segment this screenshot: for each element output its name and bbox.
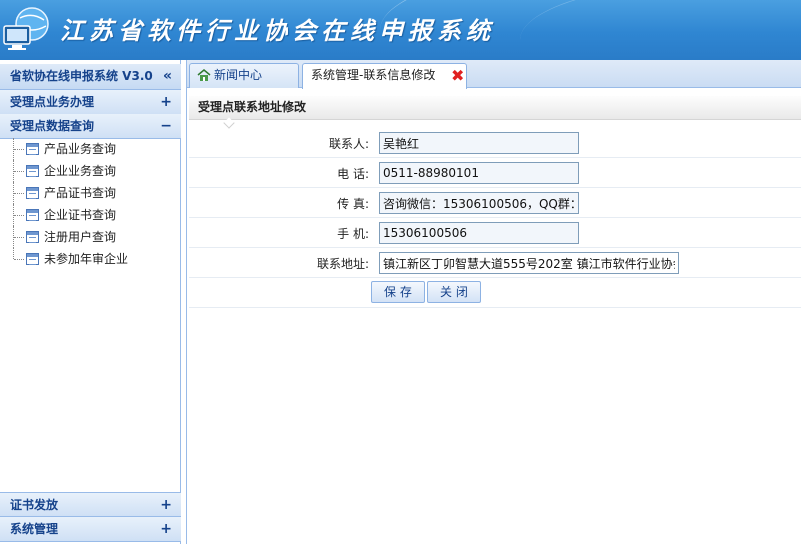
tab-news-center[interactable]: 新闻中心 [189, 63, 299, 88]
section-acceptance-business[interactable]: 受理点业务办理 + [0, 90, 181, 115]
section-acceptance-query[interactable]: 受理点数据查询 − [0, 114, 181, 139]
table-icon [26, 253, 39, 265]
tree-item-enterprise-business[interactable]: 企业业务查询 [0, 160, 180, 182]
fax-label: 传 真: [337, 197, 369, 211]
app-header: 江苏省软件行业协会在线申报系统 [0, 0, 801, 60]
expand-icon[interactable]: + [160, 90, 172, 114]
sidebar: 省软协在线申报系统 V3.0 « 受理点业务办理 + 受理点数据查询 − 产品业… [0, 60, 181, 544]
tree-item-registered-users[interactable]: 注册用户查询 [0, 226, 180, 248]
panel-title-notch [223, 117, 235, 129]
computer-globe-icon [3, 7, 49, 50]
tab-label: 新闻中心 [214, 68, 263, 82]
fax-input[interactable] [379, 192, 579, 214]
sidebar-title-text: 省软协在线申报系统 V3.0 [10, 69, 153, 83]
save-button[interactable]: 保 存 [371, 281, 425, 303]
table-icon [26, 187, 39, 199]
form-row-mobile: 手 机: [189, 218, 801, 248]
form-row-address: 联系地址: [189, 248, 801, 278]
expand-icon[interactable]: + [160, 493, 172, 517]
form-actions: 保 存 关 闭 [189, 280, 801, 308]
site-title: 江苏省软件行业协会在线申报系统 [60, 16, 495, 45]
close-button[interactable]: 关 闭 [427, 281, 481, 303]
form-row-contact: 联系人: [189, 128, 801, 158]
tab-label: 系统管理-联系信息修改 [311, 68, 436, 82]
tree-line [13, 182, 25, 204]
panel-title-text: 受理点联系地址修改 [198, 100, 307, 114]
tree-line [13, 204, 25, 226]
table-icon [26, 209, 39, 221]
tree-item-label: 产品业务查询 [44, 142, 117, 156]
query-tree: 产品业务查询 企业业务查询 产品证书查询 企业证书查询 注册用户查询 未参加年审… [0, 138, 180, 270]
contact-label: 联系人: [328, 137, 369, 151]
mobile-input[interactable] [379, 222, 579, 244]
section-label: 证书发放 [10, 498, 59, 512]
contact-input[interactable] [379, 132, 579, 154]
tree-item-label: 企业证书查询 [44, 208, 117, 222]
tree-item-product-certificate[interactable]: 产品证书查询 [0, 182, 180, 204]
header-decoration-2 [520, 0, 801, 60]
expand-icon[interactable]: + [160, 517, 172, 541]
section-label: 受理点业务办理 [10, 95, 95, 109]
tree-item-product-business[interactable]: 产品业务查询 [0, 138, 180, 160]
main-content: 新闻中心 系统管理-联系信息修改 ✖ 受理点联系地址修改 联系人: 电 话: 传… [186, 60, 801, 544]
tree-item-label: 未参加年审企业 [44, 252, 129, 266]
phone-input[interactable] [379, 162, 579, 184]
section-label: 系统管理 [10, 522, 59, 536]
table-icon [26, 143, 39, 155]
contact-form: 联系人: 电 话: 传 真: 手 机: 联系地址: [189, 128, 801, 278]
form-row-phone: 电 话: [189, 158, 801, 188]
collapse-sidebar-icon[interactable]: « [163, 64, 172, 89]
tree-item-enterprise-certificate[interactable]: 企业证书查询 [0, 204, 180, 226]
tree-item-label: 产品证书查询 [44, 186, 117, 200]
table-icon [26, 165, 39, 177]
phone-label: 电 话: [337, 167, 369, 181]
mobile-label: 手 机: [337, 227, 369, 241]
form-row-fax: 传 真: [189, 188, 801, 218]
tree-item-label: 企业业务查询 [44, 164, 117, 178]
sidebar-title: 省软协在线申报系统 V3.0 « [0, 64, 181, 90]
tree-line [13, 226, 25, 248]
table-icon [26, 231, 39, 243]
collapse-icon[interactable]: − [160, 114, 172, 138]
tree-line [13, 248, 25, 260]
close-tab-icon[interactable]: ✖ [451, 65, 464, 87]
tree-line [13, 160, 25, 182]
tree-item-label: 注册用户查询 [44, 230, 117, 244]
home-icon [197, 69, 211, 81]
tree-line [13, 138, 25, 160]
tab-bar: 新闻中心 系统管理-联系信息修改 ✖ [187, 60, 801, 89]
section-system-management[interactable]: 系统管理 + [0, 517, 181, 542]
panel-title: 受理点联系地址修改 [189, 96, 801, 129]
tree-item-no-annual-review[interactable]: 未参加年审企业 [0, 248, 180, 270]
address-label: 联系地址: [316, 257, 369, 271]
tab-system-contact-edit[interactable]: 系统管理-联系信息修改 ✖ [302, 63, 467, 89]
section-certificate-issue[interactable]: 证书发放 + [0, 492, 181, 517]
address-input[interactable] [379, 252, 679, 274]
section-label: 受理点数据查询 [10, 119, 95, 133]
